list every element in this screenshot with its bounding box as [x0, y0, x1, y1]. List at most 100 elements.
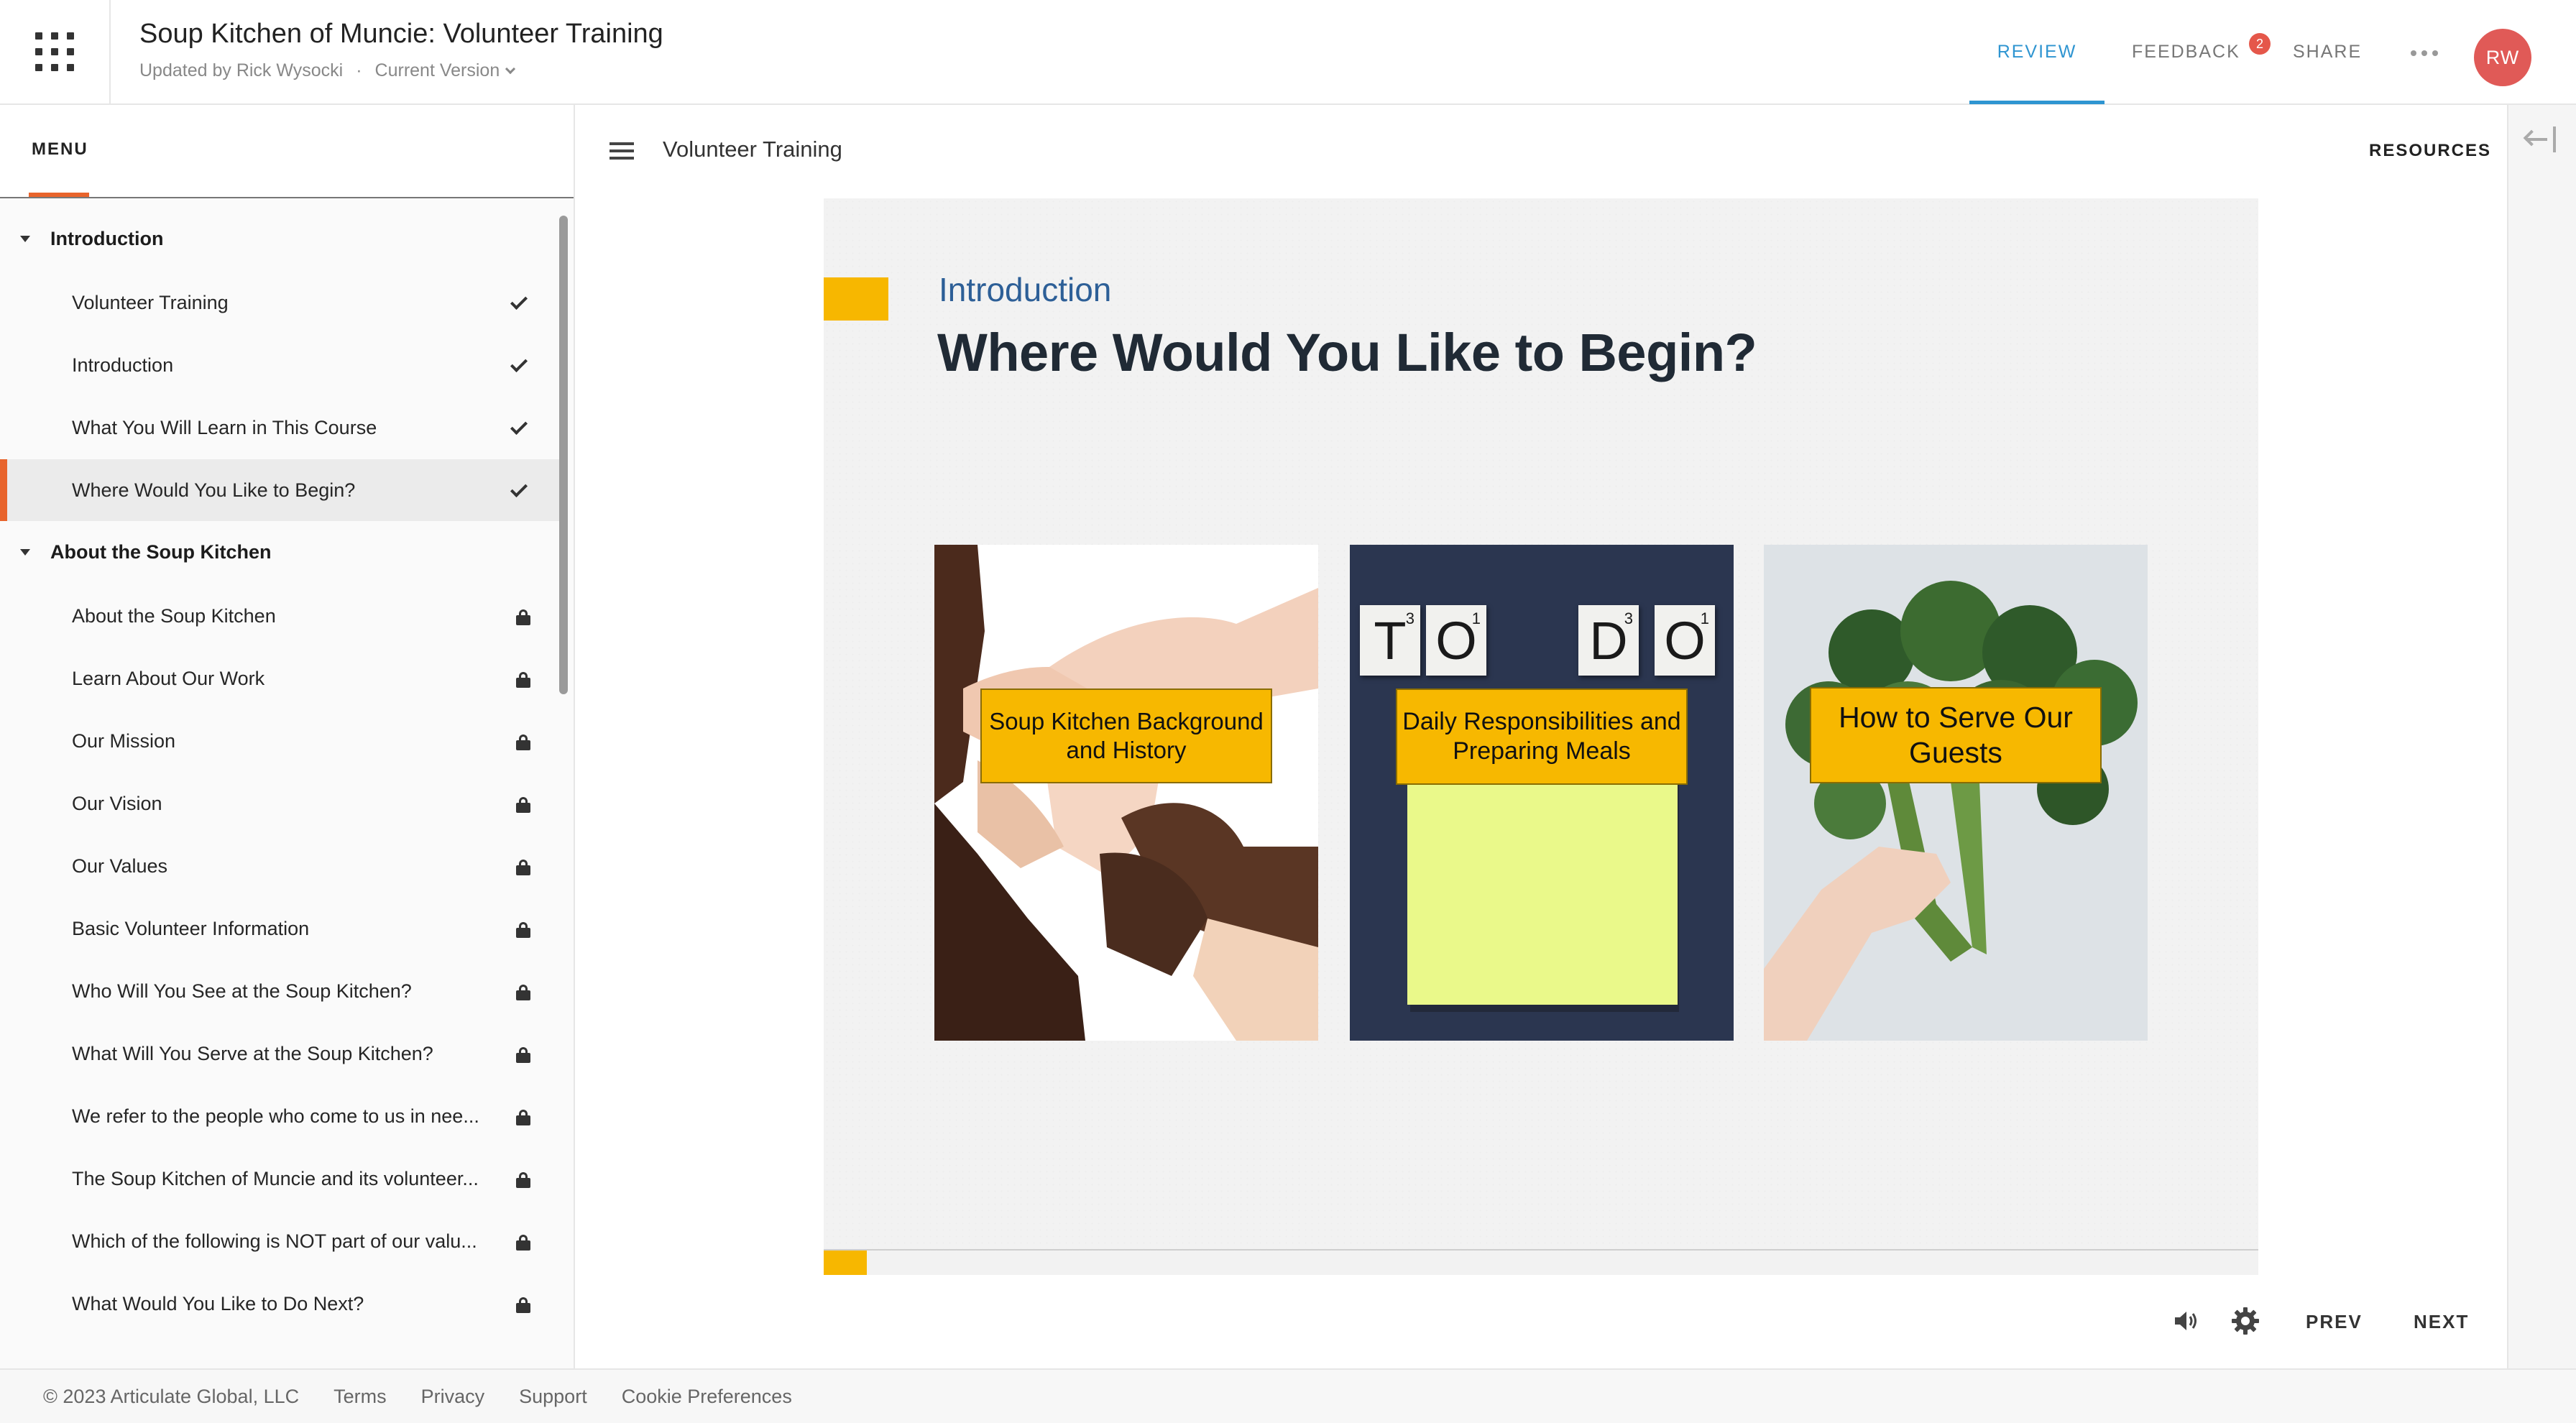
lesson-item[interactable]: Where Would You Like to Begin? — [0, 459, 561, 521]
lesson-item[interactable]: Our Vision — [0, 773, 561, 834]
menu-header: MENU — [0, 105, 574, 198]
feedback-count-badge: 2 — [2249, 33, 2271, 55]
tab-share[interactable]: SHARE — [2293, 0, 2362, 103]
lock-icon — [516, 672, 530, 688]
hamburger-menu-icon[interactable] — [610, 142, 634, 160]
lesson-item-label: What Would You Like to Do Next? — [72, 1292, 364, 1314]
lock-icon — [516, 1235, 530, 1251]
updated-by-text: Updated by Rick Wysocki — [139, 60, 344, 80]
section-title: About the Soup Kitchen — [50, 540, 272, 563]
more-options-icon[interactable] — [2411, 50, 2438, 56]
caret-down-icon[interactable] — [20, 548, 30, 556]
menu-tab[interactable]: MENU — [32, 139, 88, 160]
lesson-item[interactable]: The Soup Kitchen of Muncie and its volun… — [0, 1148, 561, 1210]
section-title: Introduction — [50, 227, 164, 249]
lesson-item-label: Our Vision — [72, 792, 162, 814]
card-serve-guests[interactable]: How to Serve Our Guests — [1764, 545, 2148, 1041]
lock-icon — [516, 797, 530, 813]
copyright-text: © 2023 Articulate Global, LLC — [43, 1385, 300, 1407]
checkmark-icon — [510, 417, 528, 436]
lesson-header — [576, 105, 2507, 198]
app-grid-icon[interactable] — [0, 0, 111, 103]
lesson-item[interactable]: What Will You Serve at the Soup Kitchen? — [0, 1023, 561, 1084]
version-selector[interactable]: Current Version — [375, 60, 500, 81]
lesson-item-label: Which of the following is NOT part of ou… — [72, 1230, 477, 1252]
lock-icon — [516, 860, 530, 875]
lock-icon — [516, 734, 530, 750]
lock-icon — [516, 985, 530, 1000]
lesson-item[interactable]: Which of the following is NOT part of ou… — [0, 1210, 561, 1272]
lock-icon — [516, 1172, 530, 1188]
lesson-item-label: Volunteer Training — [72, 291, 229, 313]
menu-tab-indicator — [29, 193, 89, 197]
lesson-item[interactable]: About the Soup Kitchen — [0, 585, 561, 647]
lesson-item-label: Basic Volunteer Information — [72, 917, 310, 939]
card-label-daily-responsibilities: Daily Responsibilities and Preparing Mea… — [1396, 689, 1688, 785]
card-label-serve-guests: How to Serve Our Guests — [1810, 687, 2102, 783]
card-label-background-history: Soup Kitchen Background and History — [980, 689, 1272, 783]
lesson-item[interactable]: Our Values — [0, 835, 561, 897]
slide-progress-fill — [824, 1251, 867, 1275]
course-meta: Updated by Rick Wysocki · Current Versio… — [139, 60, 516, 81]
footer-link-privacy[interactable]: Privacy — [421, 1386, 485, 1408]
lock-icon — [516, 922, 530, 938]
lesson-item-label: Who Will You See at the Soup Kitchen? — [72, 980, 412, 1002]
lock-icon — [516, 1297, 530, 1313]
lesson-item[interactable]: Volunteer Training — [0, 272, 561, 333]
card-background-history[interactable]: Soup Kitchen Background and History — [934, 545, 1318, 1041]
volume-icon[interactable] — [2174, 1309, 2199, 1332]
lesson-item-label: Introduction — [72, 354, 174, 376]
lesson-item[interactable]: What You Will Learn in This Course — [0, 397, 561, 459]
caret-down-icon[interactable] — [20, 235, 30, 242]
letter-tile-o: O1 — [1426, 605, 1486, 676]
hand-holding-broccoli-photo — [1764, 545, 2148, 1041]
tab-review[interactable]: REVIEW — [1969, 0, 2104, 103]
lesson-item[interactable]: Learn About Our Work — [0, 648, 561, 709]
gear-icon[interactable] — [2231, 1307, 2260, 1335]
top-header: Soup Kitchen of Muncie: Volunteer Traini… — [0, 0, 2576, 105]
next-button[interactable]: NEXT — [2414, 1311, 2469, 1333]
sidebar-scrollbar[interactable] — [559, 216, 568, 694]
footer-link-terms[interactable]: Terms — [334, 1386, 387, 1408]
lesson-item-label: We refer to the people who come to us in… — [72, 1105, 479, 1127]
lesson-item[interactable]: We refer to the people who come to us in… — [0, 1085, 561, 1147]
resources-button[interactable]: RESOURCES — [2369, 141, 2491, 161]
lesson-item[interactable]: Introduction — [0, 334, 561, 396]
lesson-item[interactable]: Basic Volunteer Information — [0, 898, 561, 959]
lock-icon — [516, 1047, 530, 1063]
letter-tile-t: T3 — [1360, 605, 1420, 676]
course-menu-sidebar: MENU Introduction Volunteer Training Intro… — [0, 105, 575, 1368]
lock-icon — [516, 609, 530, 625]
tab-review-indicator — [1969, 101, 2104, 104]
collapse-panel-icon[interactable] — [2523, 126, 2556, 152]
checkmark-icon — [510, 479, 528, 498]
lesson-item-label: Our Mission — [72, 729, 176, 752]
footer-link-cookie-preferences[interactable]: Cookie Preferences — [622, 1386, 792, 1408]
card-daily-responsibilities[interactable]: T3 O1 D3 O1 Daily Responsibilities and P… — [1350, 545, 1734, 1041]
lesson-item-label: Our Values — [72, 855, 168, 877]
lesson-title: Volunteer Training — [663, 137, 842, 162]
slide-progress-track — [824, 1249, 2258, 1275]
letter-tile-d: D3 — [1578, 605, 1639, 676]
tab-feedback[interactable]: FEEDBACK — [2132, 0, 2240, 103]
section-header[interactable]: About the Soup Kitchen — [0, 523, 561, 581]
lock-icon — [516, 1110, 530, 1125]
slide-kicker: Introduction — [939, 271, 1112, 308]
lesson-item[interactable]: What Would You Like to Do Next? — [0, 1273, 561, 1335]
lesson-item-label: What You Will Learn in This Course — [72, 416, 377, 438]
lesson-item[interactable]: Our Mission — [0, 710, 561, 772]
section-header[interactable]: Introduction — [0, 210, 561, 267]
footer: © 2023 Articulate Global, LLC Terms Priv… — [0, 1368, 2576, 1423]
letter-tile-o: O1 — [1655, 605, 1715, 676]
lesson-item-label: Learn About Our Work — [72, 667, 265, 689]
slide-title: Where Would You Like to Begin? — [937, 323, 1757, 382]
course-title: Soup Kitchen of Muncie: Volunteer Traini… — [139, 19, 663, 49]
checkmark-icon — [510, 292, 528, 310]
checkmark-icon — [510, 354, 528, 373]
user-avatar[interactable]: RW — [2474, 29, 2531, 86]
prev-button[interactable]: PREV — [2306, 1311, 2363, 1333]
chevron-down-icon[interactable] — [505, 63, 516, 74]
lesson-item-label: The Soup Kitchen of Muncie and its volun… — [72, 1167, 479, 1189]
footer-link-support[interactable]: Support — [519, 1386, 587, 1408]
lesson-item[interactable]: Who Will You See at the Soup Kitchen? — [0, 960, 561, 1022]
